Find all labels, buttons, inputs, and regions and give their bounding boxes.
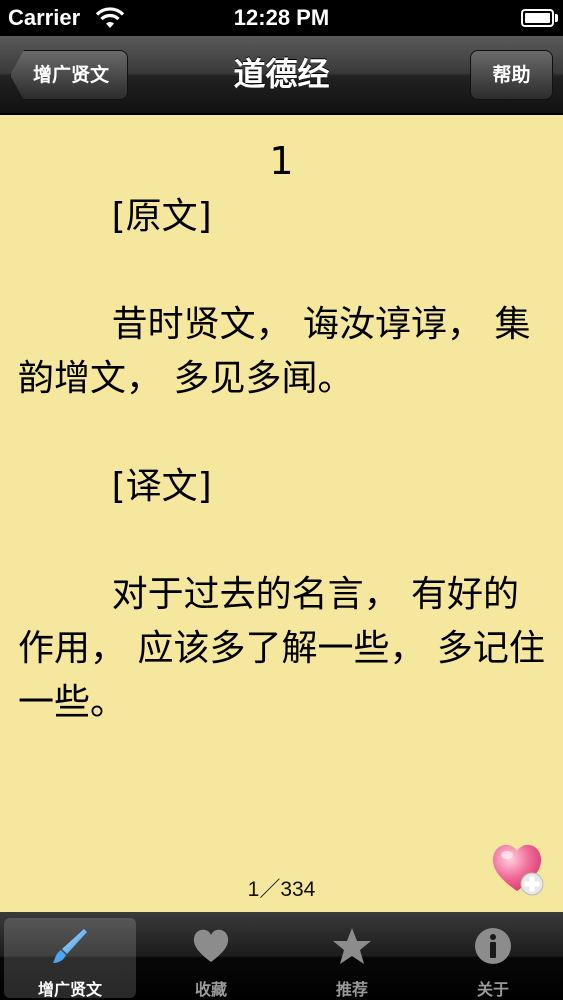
tab-label: 推荐	[335, 980, 368, 999]
info-icon	[475, 928, 511, 964]
navigation-bar: 增广贤文 道德经 帮助	[0, 36, 563, 114]
tab-recommend[interactable]: 推荐	[286, 918, 418, 999]
translation-heading: [译文]	[111, 466, 212, 507]
tab-label: 关于	[476, 980, 509, 999]
brush-icon	[53, 929, 87, 963]
text-body: [原文] 昔时贤文， 诲汝谆谆， 集韵增文， 多见多闻。 [译文] 对于过去的名…	[18, 190, 548, 730]
tab-zengguang[interactable]: 增广贤文	[4, 918, 136, 999]
add-favorite-heart-icon[interactable]	[490, 839, 548, 897]
tab-about[interactable]: 关于	[427, 918, 559, 999]
battery-icon	[521, 9, 554, 27]
battery-tip	[555, 14, 558, 22]
content-area[interactable]: 1 [原文] 昔时贤文， 诲汝谆谆， 集韵增文， 多见多闻。 [译文] 对于过去…	[0, 115, 563, 912]
original-text: 昔时贤文， 诲汝谆谆， 集韵增文， 多见多闻。	[18, 304, 531, 399]
status-time: 12:28 PM	[233, 5, 330, 30]
status-bar: Carrier 12:28 PM	[0, 0, 563, 36]
page-title: 道德经	[233, 55, 330, 93]
heart-icon	[193, 929, 229, 962]
star-icon	[333, 928, 371, 964]
original-heading: [原文]	[111, 196, 212, 237]
tab-bar: 增广贤文 收藏 推荐 关于	[0, 912, 563, 1000]
tab-label: 增广贤文	[37, 980, 102, 999]
help-button[interactable]: 帮助	[470, 50, 553, 100]
chapter-number: 1	[269, 139, 294, 183]
translation-text: 对于过去的名言， 有好的作用， 应该多了解一些， 多记住一些。	[18, 574, 545, 723]
page-indicator: 1／334	[247, 878, 316, 901]
tab-label: 收藏	[194, 980, 227, 999]
back-button[interactable]: 增广贤文	[10, 50, 128, 100]
tab-favorites[interactable]: 收藏	[145, 918, 277, 999]
